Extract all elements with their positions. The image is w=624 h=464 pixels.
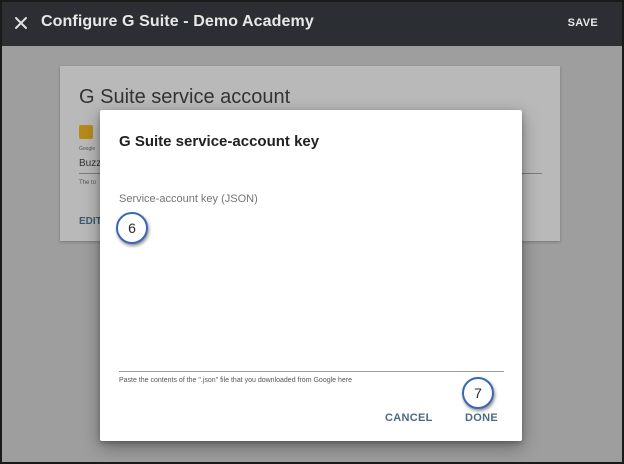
cancel-button[interactable]: CANCEL xyxy=(385,412,433,424)
json-key-input[interactable] xyxy=(119,210,504,370)
field-help-text: The to xyxy=(79,180,97,186)
field-caption: Google xyxy=(79,146,96,152)
done-button[interactable]: DONE xyxy=(465,412,498,424)
save-button[interactable]: SAVE xyxy=(568,17,598,29)
json-key-label: Service-account key (JSON) xyxy=(119,193,258,205)
json-key-underline xyxy=(119,371,504,372)
field-value: Buzz xyxy=(79,158,102,169)
checkbox[interactable] xyxy=(79,125,93,139)
step-callout-6: 6 xyxy=(116,212,148,244)
edit-button[interactable]: EDIT xyxy=(79,216,102,227)
dialog-title: G Suite service-account key xyxy=(119,133,320,150)
page-title: Configure G Suite - Demo Academy xyxy=(41,13,314,30)
card-title: G Suite service account xyxy=(79,86,291,108)
json-key-help-text: Paste the contents of the ".json" file t… xyxy=(119,377,353,384)
close-icon[interactable] xyxy=(12,14,30,32)
service-account-key-dialog: G Suite service-account key Service-acco… xyxy=(100,110,522,441)
step-callout-7: 7 xyxy=(462,377,494,409)
app-window: Configure G Suite - Demo Academy SAVE G … xyxy=(0,0,624,464)
top-app-bar: Configure G Suite - Demo Academy SAVE xyxy=(2,2,622,46)
